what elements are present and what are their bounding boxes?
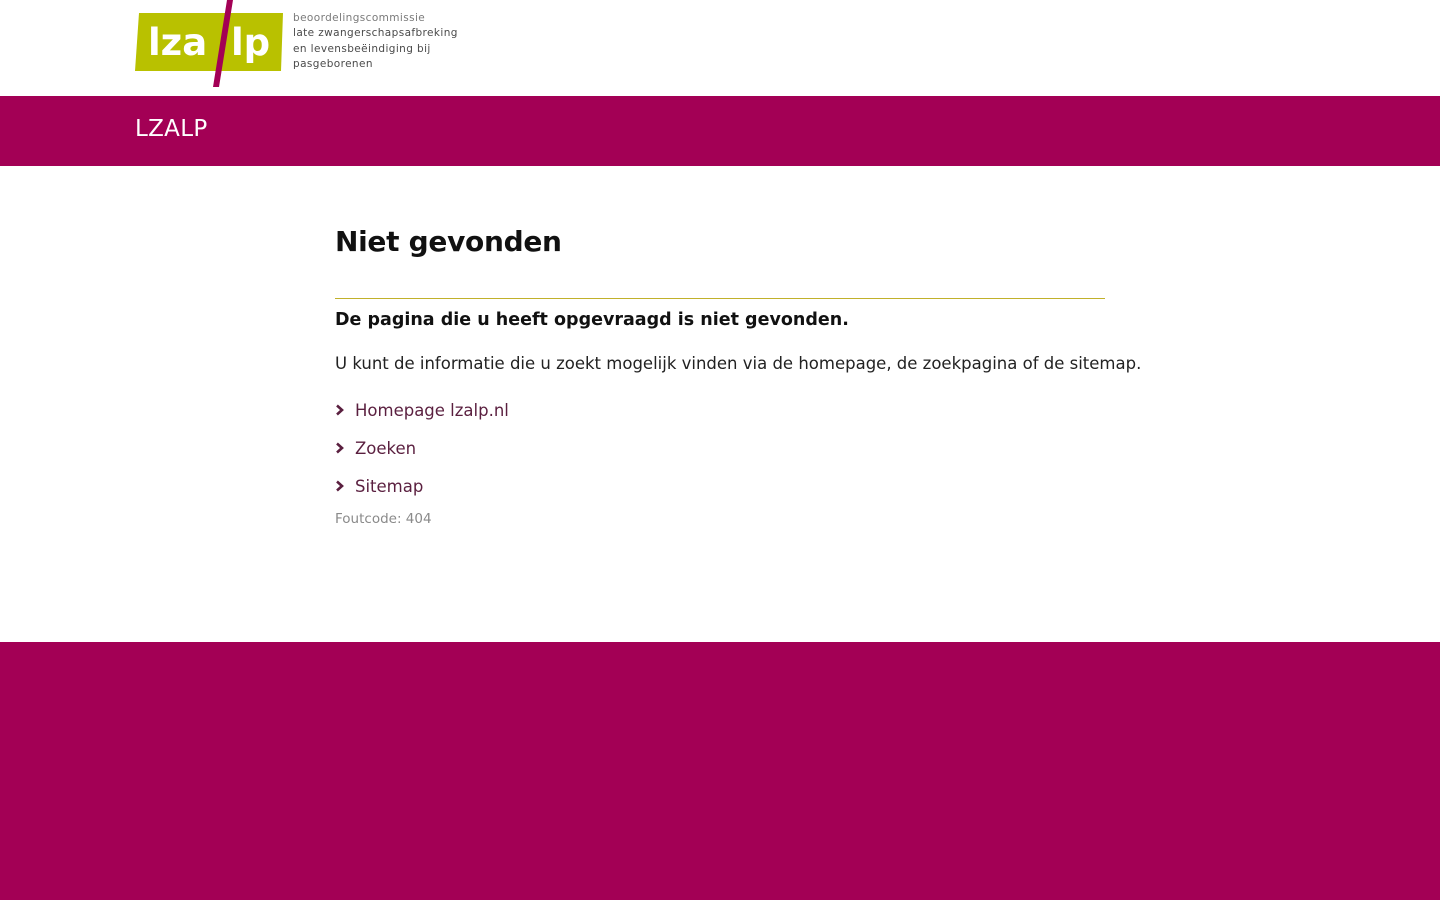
chevron-right-icon <box>335 404 355 416</box>
logo-tagline-line: beoordelingscommissie <box>293 12 426 24</box>
main-content: Niet gevonden De pagina die u heeft opge… <box>335 166 1142 527</box>
chevron-right-icon <box>335 480 355 492</box>
site-header: lza lp beoordelingscommissie late zwange… <box>0 0 1440 96</box>
link-list: Homepage lzalp.nl Zoeken Sitemap <box>335 391 1105 505</box>
logo-tagline-line: pasgeborenen <box>293 57 373 70</box>
list-item: Zoeken <box>335 429 1105 467</box>
logo-text-right: lp <box>231 21 270 64</box>
site-name: LZALP <box>135 116 208 142</box>
title-bar: LZALP <box>0 96 1440 166</box>
list-item: Sitemap <box>335 467 1105 505</box>
search-link[interactable]: Zoeken <box>355 439 416 458</box>
lzalp-logo-icon: lza lp <box>135 0 283 87</box>
lead-text: De pagina die u heeft opgevraagd is niet… <box>335 310 849 330</box>
homepage-link[interactable]: Homepage lzalp.nl <box>355 401 509 420</box>
sitemap-link[interactable]: Sitemap <box>355 477 423 496</box>
error-code: Foutcode: 404 <box>335 511 432 527</box>
chevron-right-icon <box>335 442 355 454</box>
logo-text-left: lza <box>148 21 207 64</box>
divider <box>335 298 1105 299</box>
logo-link[interactable]: lza lp beoordelingscommissie late zwange… <box>135 0 480 88</box>
list-item: Homepage lzalp.nl <box>335 391 1105 429</box>
logo-tagline-line: late zwangerschapsafbreking <box>293 27 458 40</box>
logo-tagline: beoordelingscommissie late zwangerschaps… <box>293 11 458 72</box>
page-title: Niet gevonden <box>335 225 562 258</box>
logo-tagline-line: en levensbeëindiging bij <box>293 42 431 55</box>
site-footer <box>0 642 1440 900</box>
intro-text: U kunt de informatie die u zoekt mogelij… <box>335 354 1142 373</box>
